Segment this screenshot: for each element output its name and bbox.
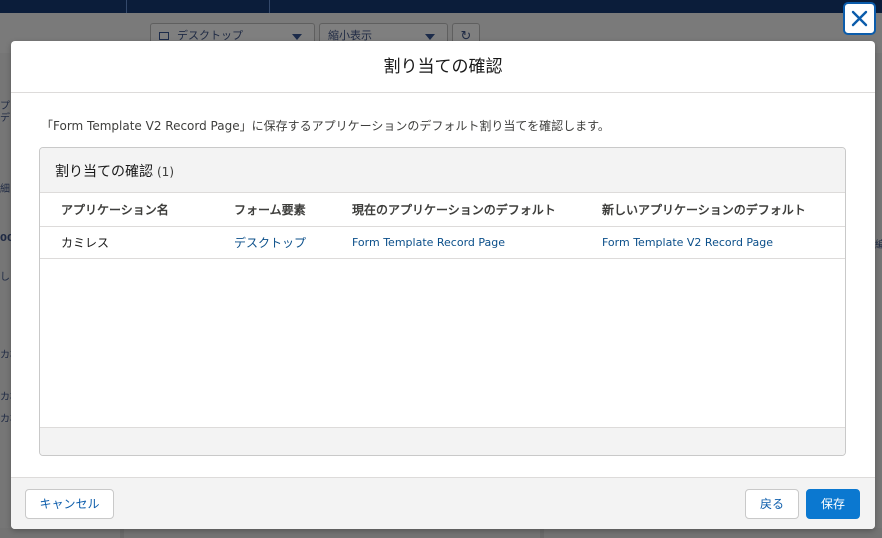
- confirm-assignment-dialog: 割り当ての確認 「Form Template V2 Record Page」に保…: [11, 41, 875, 529]
- assignment-card: 割り当ての確認 (1) アプリケーション名 フォーム要素 現在のアプリケーションの…: [39, 147, 846, 456]
- dialog-body: 「Form Template V2 Record Page」に保存するアプリケー…: [11, 93, 875, 477]
- back-button[interactable]: 戻る: [745, 489, 799, 519]
- record-count: (1): [157, 165, 174, 179]
- column-header-new-default: 新しいアプリケーションのデフォルト: [581, 193, 845, 227]
- background-left-panel: プ デ 細 00 しる カ相 カ相 カ相: [0, 53, 11, 538]
- dialog-description: 「Form Template V2 Record Page」に保存するアプリケー…: [41, 119, 610, 133]
- chevron-down-icon: [292, 34, 302, 40]
- background-bottom-strip: [0, 528, 882, 538]
- column-header-current-default: 現在のアプリケーションのデフォルト: [331, 193, 581, 227]
- card-header: 割り当ての確認 (1): [40, 148, 845, 193]
- dialog-title: 割り当ての確認: [383, 57, 503, 77]
- close-button[interactable]: [843, 2, 876, 35]
- save-button[interactable]: 保存: [806, 489, 860, 519]
- new-default-cell: Form Template V2 Record Page: [581, 226, 845, 259]
- dialog-header: 割り当ての確認: [11, 41, 875, 93]
- card-title: 割り当ての確認: [55, 164, 153, 180]
- column-header-form-factor: フォーム要素: [213, 193, 331, 227]
- assignment-table: アプリケーション名 フォーム要素 現在のアプリケーションのデフォルト 新しいアプ…: [40, 193, 845, 259]
- close-icon: [851, 10, 868, 27]
- table-header-row: アプリケーション名 フォーム要素 現在のアプリケーションのデフォルト 新しいアプ…: [40, 193, 845, 227]
- cancel-button[interactable]: キャンセル: [25, 489, 114, 519]
- app-name-cell: カミレス: [40, 226, 213, 259]
- table-row: カミレス デスクトップ Form Template Record Page Fo…: [40, 226, 845, 259]
- app-header-bar: [0, 0, 882, 13]
- background-right-panel: 編: [875, 53, 882, 538]
- column-header-app-name: アプリケーション名: [40, 193, 213, 227]
- chevron-down-icon: [425, 34, 435, 40]
- dialog-footer: キャンセル 戻る 保存: [11, 477, 875, 529]
- card-footer: [40, 427, 845, 455]
- desktop-icon: [159, 32, 169, 40]
- form-factor-cell: デスクトップ: [213, 226, 331, 259]
- current-default-cell: Form Template Record Page: [331, 226, 581, 259]
